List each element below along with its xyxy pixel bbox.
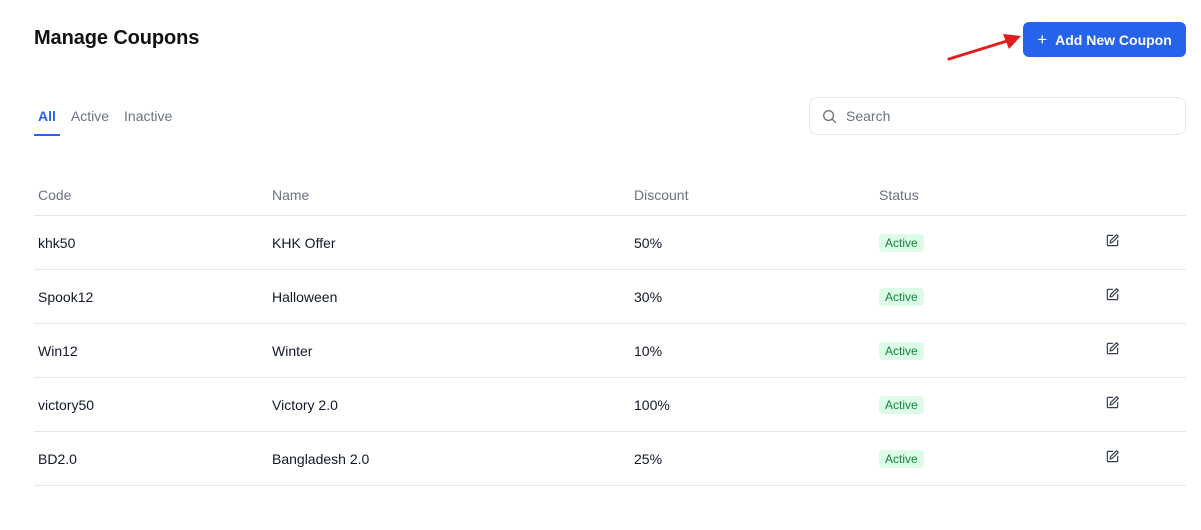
filter-tabs: All Active Inactive <box>34 106 183 136</box>
coupon-code: khk50 <box>38 234 76 251</box>
table-row: khk50 KHK Offer 50% Active <box>34 216 1186 270</box>
plus-icon: + <box>1037 29 1048 49</box>
table-row: victory50 Victory 2.0 100% Active <box>34 378 1186 432</box>
table-row: BD2.0 Bangladesh 2.0 25% Active <box>34 432 1186 486</box>
status-badge: Active <box>879 287 924 306</box>
table-row: Win12 Winter 10% Active <box>34 324 1186 378</box>
coupon-name: KHK Offer <box>272 234 336 251</box>
coupon-discount: 30% <box>634 288 663 305</box>
coupon-name: Victory 2.0 <box>272 396 338 413</box>
status-badge: Active <box>879 341 924 360</box>
tab-all[interactable]: All <box>34 106 60 136</box>
column-header-status: Status <box>879 186 919 203</box>
table-row: Spook12 Halloween 30% Active <box>34 270 1186 324</box>
coupon-name: Bangladesh 2.0 <box>272 450 370 467</box>
coupon-code: Spook12 <box>38 288 94 305</box>
edit-icon[interactable] <box>1105 395 1121 411</box>
column-header-name: Name <box>272 186 310 203</box>
edit-icon[interactable] <box>1105 341 1121 357</box>
annotation-arrow-icon <box>947 34 1021 61</box>
coupon-discount: 50% <box>634 234 663 251</box>
status-badge: Active <box>879 449 924 468</box>
status-badge: Active <box>879 395 924 414</box>
search-icon <box>823 109 837 123</box>
tab-inactive[interactable]: Inactive <box>120 106 176 136</box>
edit-icon[interactable] <box>1105 449 1121 465</box>
search-input[interactable] <box>846 108 1146 124</box>
coupon-discount: 100% <box>634 396 670 413</box>
status-badge: Active <box>879 233 924 252</box>
coupon-code: victory50 <box>38 396 95 413</box>
coupon-name: Winter <box>272 342 313 359</box>
coupon-discount: 25% <box>634 450 663 467</box>
coupon-name: Halloween <box>272 288 338 305</box>
coupon-discount: 10% <box>634 342 663 359</box>
coupon-code: Win12 <box>38 342 78 359</box>
coupons-table: Code Name Discount Status khk50 KHK Offe… <box>34 178 1186 486</box>
search-field[interactable] <box>809 97 1186 135</box>
add-new-coupon-label: Add New Coupon <box>1055 31 1172 48</box>
add-new-coupon-button[interactable]: + Add New Coupon <box>1023 22 1186 57</box>
page-title: Manage Coupons <box>34 27 200 49</box>
column-header-discount: Discount <box>634 186 689 203</box>
coupon-code: BD2.0 <box>38 450 77 467</box>
edit-icon[interactable] <box>1105 287 1121 303</box>
table-header: Code Name Discount Status <box>34 178 1186 216</box>
edit-icon[interactable] <box>1105 233 1121 249</box>
column-header-code: Code <box>38 186 72 203</box>
tab-active[interactable]: Active <box>67 106 113 136</box>
